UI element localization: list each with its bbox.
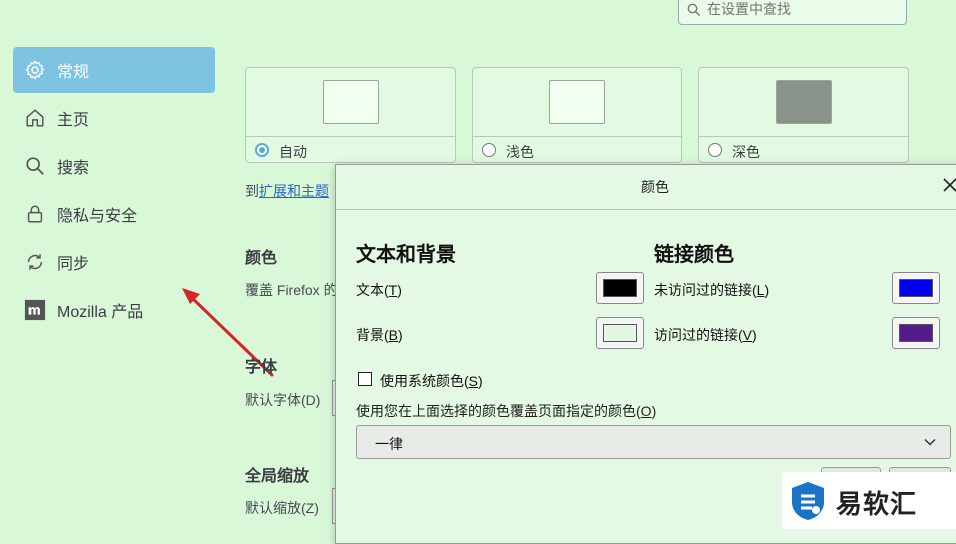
text-color-button[interactable]	[596, 272, 644, 304]
sidebar-item-label: 搜索	[57, 160, 90, 177]
dialog-title: 颜色	[641, 179, 669, 195]
theme-card-light[interactable]: 浅色	[472, 67, 682, 163]
theme-card-auto[interactable]: 自动	[245, 67, 456, 163]
mozilla-icon	[23, 298, 47, 322]
home-icon	[23, 106, 47, 130]
text-color-swatch	[603, 279, 637, 297]
watermark-logo: 易软汇	[782, 472, 956, 529]
unvisited-link-color-button[interactable]	[892, 272, 940, 304]
extensions-themes-link[interactable]: 扩展和主题	[259, 183, 329, 199]
theme-label: 自动	[279, 144, 307, 160]
theme-card-dark[interactable]: 深色	[698, 67, 909, 163]
sidebar-item-privacy[interactable]: 隐私与安全	[13, 191, 215, 237]
search-icon	[23, 154, 47, 178]
settings-search-input[interactable]	[705, 0, 899, 18]
close-icon[interactable]	[940, 175, 956, 195]
sidebar-item-home[interactable]: 主页	[13, 95, 215, 141]
colors-description: 覆盖 Firefox 的	[245, 282, 338, 298]
sidebar-item-label: 主页	[57, 112, 90, 129]
override-colors-value: 一律	[375, 436, 403, 452]
sidebar-item-sync[interactable]: 同步	[13, 239, 215, 285]
visited-link-swatch	[899, 324, 933, 342]
sidebar-item-search[interactable]: 搜索	[13, 143, 215, 189]
background-color-button[interactable]	[596, 317, 644, 349]
override-colors-label: 使用您在上面选择的颜色覆盖页面指定的颜色(O)	[356, 403, 657, 419]
lock-icon	[23, 202, 47, 226]
gear-icon	[23, 58, 47, 82]
colors-heading: 颜色	[245, 250, 278, 267]
sidebar-item-general[interactable]: 常规	[13, 47, 215, 93]
theme-preview-thumbnail	[549, 80, 605, 124]
fonts-heading: 字体	[245, 359, 278, 376]
background-color-swatch	[603, 324, 637, 342]
sidebar-item-label: 常规	[57, 64, 90, 81]
default-font-label: 默认字体(D)	[245, 392, 321, 408]
zoom-heading: 全局缩放	[245, 468, 310, 485]
theme-radio-dark[interactable]	[708, 143, 722, 157]
visited-link-label: 访问过的链接(V)	[654, 327, 757, 343]
use-system-colors-label: 使用系统颜色(S)	[380, 373, 483, 389]
visited-link-color-button[interactable]	[892, 317, 940, 349]
text-background-heading: 文本和背景	[356, 244, 456, 266]
sidebar-item-label: 同步	[57, 256, 90, 273]
search-icon	[687, 3, 700, 16]
theme-preview-thumbnail	[322, 80, 379, 124]
watermark-text: 易软汇	[836, 489, 918, 519]
override-colors-select[interactable]: 一律	[356, 425, 951, 459]
unvisited-link-label: 未访问过的链接(L)	[654, 282, 770, 298]
background-color-label: 背景(B)	[356, 327, 403, 343]
settings-search-box[interactable]	[678, 0, 907, 25]
theme-radio-auto[interactable]	[255, 143, 269, 157]
theme-label: 浅色	[506, 144, 534, 160]
unvisited-link-swatch	[899, 279, 933, 297]
theme-radio-light[interactable]	[482, 143, 496, 157]
extensions-themes-link-row: 到扩展和主题	[245, 183, 329, 199]
theme-label: 深色	[732, 144, 760, 160]
sidebar-item-label: 隐私与安全	[57, 208, 138, 225]
text-color-label: 文本(T)	[356, 282, 402, 298]
sidebar-item-label: Mozilla 产品	[57, 304, 144, 321]
sync-icon	[23, 250, 47, 274]
chevron-down-icon	[924, 438, 936, 446]
default-zoom-label: 默认缩放(Z)	[245, 500, 319, 516]
use-system-colors-checkbox[interactable]	[358, 372, 372, 386]
watermark-shield-icon	[792, 482, 824, 520]
theme-preview-thumbnail	[775, 80, 832, 124]
link-colors-heading: 链接颜色	[654, 244, 734, 266]
